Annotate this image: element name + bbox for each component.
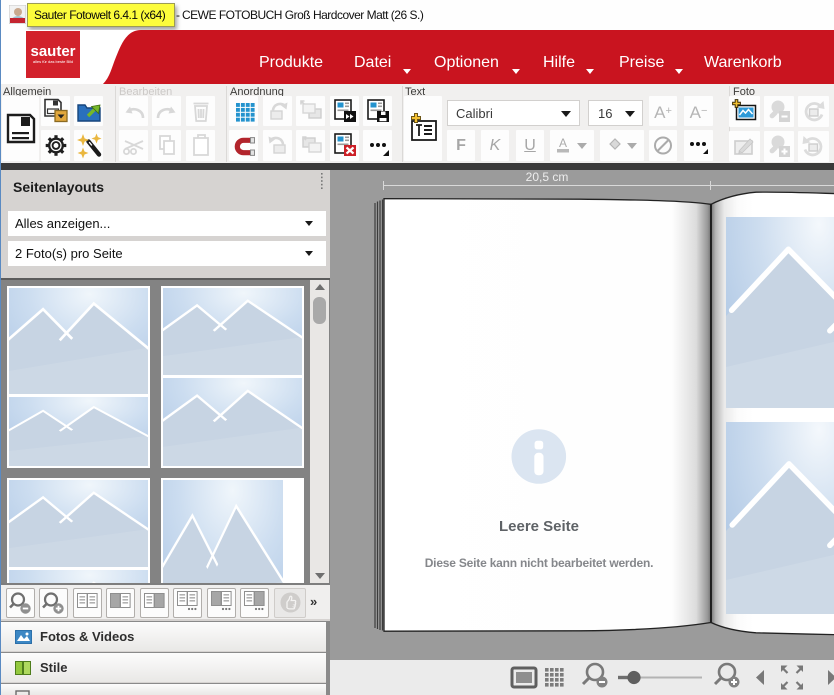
svg-text:A: A xyxy=(559,136,567,150)
